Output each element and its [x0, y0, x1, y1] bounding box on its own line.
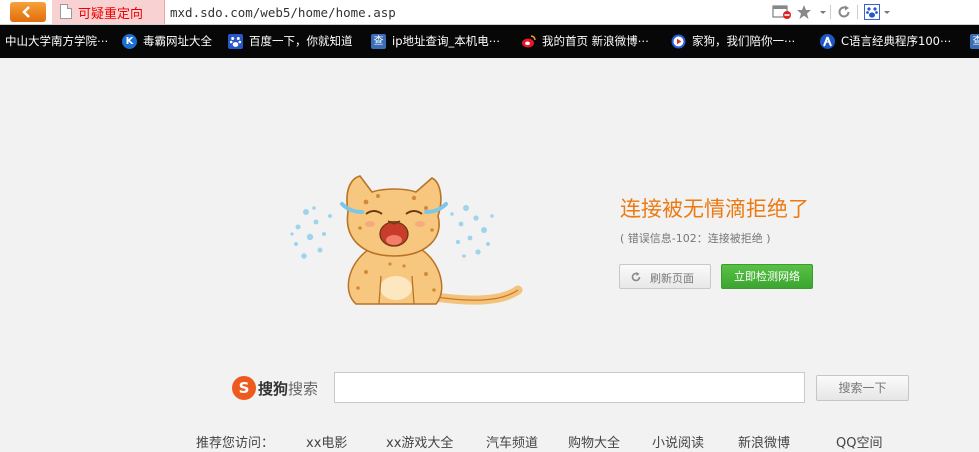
- recommend-link[interactable]: 购物大全: [568, 432, 620, 451]
- back-button[interactable]: [10, 2, 46, 22]
- check-network-button[interactable]: 立即检测网络: [721, 264, 813, 289]
- favorite-star-icon[interactable]: [796, 4, 812, 20]
- toolbar-divider: [857, 5, 858, 19]
- tab-manager-icon[interactable]: [772, 4, 792, 20]
- baidu-paw-icon[interactable]: [864, 4, 880, 20]
- bookmarks-bar: 中山大学南方学院⋯ K 毒霸网址大全 百度一下，你就知道 查 ip地址查询_本机…: [0, 25, 979, 58]
- error-title: 连接被无情滴拒绝了: [620, 197, 809, 221]
- recommend-link[interactable]: 新浪微博: [738, 432, 790, 451]
- bookmark-label: C语言经典程序100⋯: [841, 34, 952, 48]
- bookmark-label: 百度一下，你就知道: [249, 34, 353, 48]
- toolbar-divider: [830, 5, 831, 19]
- bookmark-label: ip地址查询_本机电⋯: [392, 34, 501, 48]
- recommend-heading: 推荐您访问：: [196, 436, 275, 451]
- url-input[interactable]: [170, 2, 760, 22]
- sogou-brand-name: 搜狗: [258, 380, 289, 398]
- bookmark-label: 家狗，我们陪你一⋯: [692, 34, 796, 48]
- bookmark-label: 中山大学南方学院⋯: [5, 34, 109, 48]
- duba-k-icon: K: [122, 34, 137, 49]
- recommend-link[interactable]: 汽车频道: [486, 432, 538, 451]
- recommend-link[interactable]: xx游戏大全: [386, 432, 453, 451]
- baidu-paw-icon: [228, 34, 243, 49]
- chevron-down-icon[interactable]: [818, 4, 828, 20]
- sogou-brand: 搜狗搜索: [258, 378, 318, 399]
- chevron-down-icon[interactable]: [882, 4, 892, 20]
- weibo-icon: [522, 35, 536, 48]
- recommend-link[interactable]: 小说阅读: [652, 432, 704, 451]
- page-icon: [60, 4, 72, 19]
- back-arrow-icon: [22, 6, 30, 18]
- error-info: ( 错误信息-102：连接被拒绝 ): [620, 232, 771, 245]
- person-icon: [820, 34, 835, 49]
- bookmark-label: 毒霸网址大全: [143, 34, 212, 48]
- refresh-icon[interactable]: [836, 4, 852, 20]
- sogou-logo-icon: S: [232, 376, 256, 400]
- refresh-page-label: 刷新页面: [650, 272, 694, 285]
- recommend-link[interactable]: xx电影: [306, 432, 347, 451]
- redirect-warning-tab[interactable]: 可疑重定向: [52, 0, 165, 24]
- search-input[interactable]: [334, 372, 805, 403]
- refresh-page-button[interactable]: 刷新页面: [619, 264, 711, 289]
- cha-icon: 查: [371, 34, 386, 49]
- cha-icon: 查: [970, 34, 979, 49]
- play-icon: [671, 34, 686, 49]
- sogou-logo-letter: S: [238, 379, 250, 397]
- refresh-icon: [631, 272, 641, 282]
- recommend-link[interactable]: QQ空间: [836, 432, 882, 451]
- crying-cat-illustration: [290, 175, 523, 305]
- bookmark-label: 我的首页 新浪微博⋯: [542, 34, 650, 48]
- address-bar: 可疑重定向: [0, 0, 979, 25]
- sogou-brand-suffix: 搜索: [288, 380, 319, 398]
- search-button[interactable]: 搜索一下: [816, 375, 909, 401]
- redirect-warning-label: 可疑重定向: [78, 7, 144, 22]
- recommend-row: 推荐您访问： xx电影 xx游戏大全 汽车频道 购物大全 小说阅读 新浪微博 Q…: [196, 432, 979, 452]
